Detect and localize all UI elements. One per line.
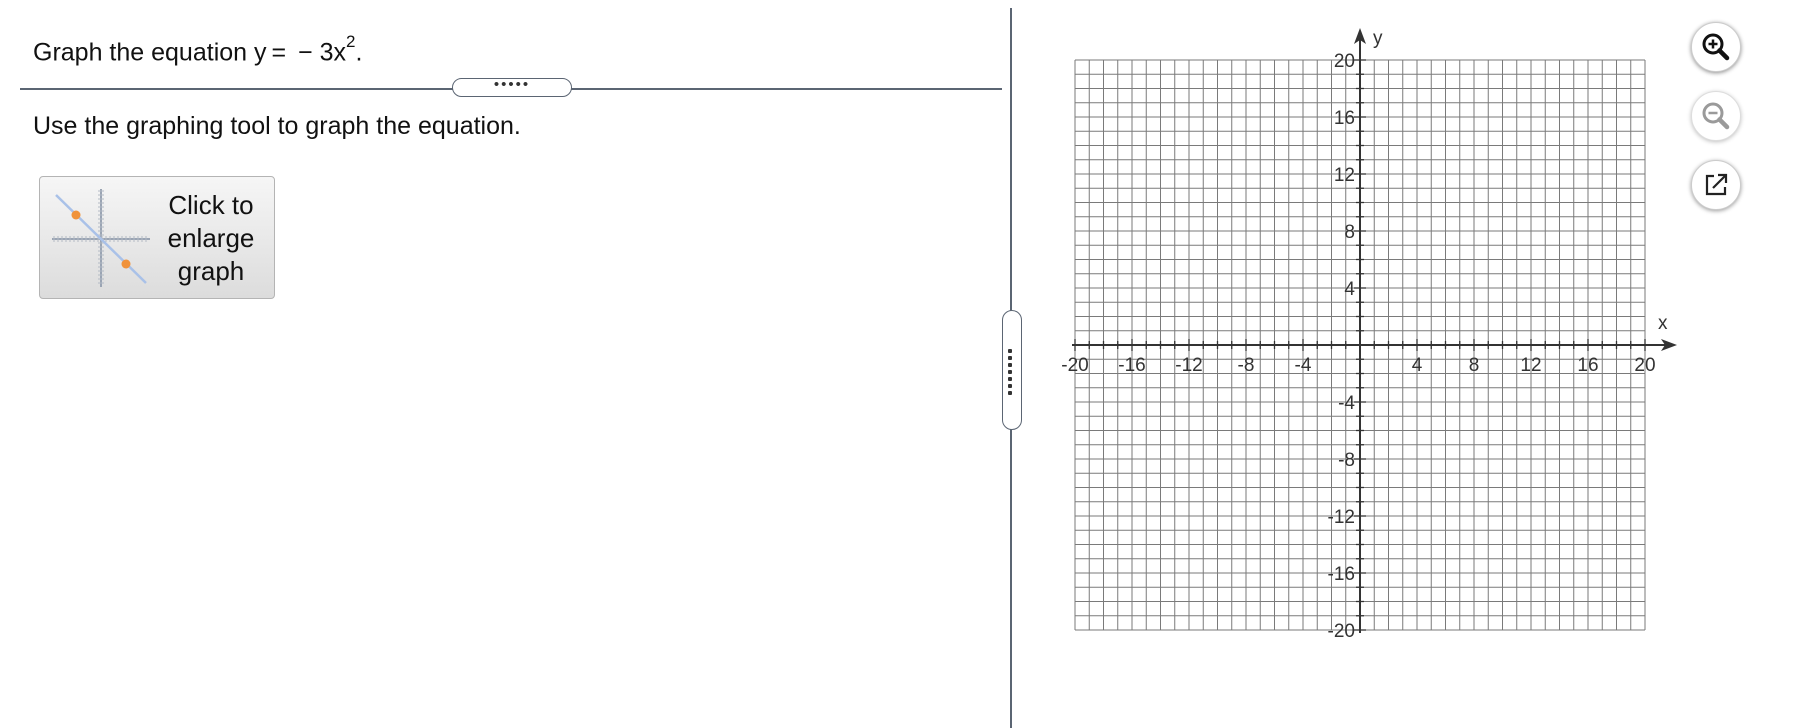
instruction-text: Use the graphing tool to graph the equat…	[33, 112, 521, 140]
zoom-out-button[interactable]	[1691, 91, 1741, 141]
grip-dot	[1008, 377, 1012, 381]
y-tick-label: 12	[1334, 165, 1355, 186]
external-link-icon	[1705, 173, 1728, 196]
graphing-area[interactable]: -20 -16 -12 -8 -4 4 8 12 16 20 20 16 12 8 4 -4 -8 -12 -16 -…	[1055, 18, 1695, 648]
x-tick-label: -4	[1295, 355, 1312, 376]
x-tick-label: 16	[1577, 355, 1598, 376]
x-tick-label: 12	[1520, 355, 1541, 376]
enlarge-label-line2: enlarge	[167, 223, 255, 253]
zoom-in-button[interactable]	[1691, 22, 1741, 72]
grip-dot	[1008, 356, 1012, 360]
x-tick-label: 4	[1412, 355, 1423, 376]
x-tick-label: -16	[1118, 355, 1145, 376]
x-tick-label: -8	[1238, 355, 1255, 376]
y-tick-label: -20	[1328, 621, 1355, 642]
question-prefix: Graph the equation y = − 3x	[33, 38, 347, 67]
y-tick-label: -16	[1328, 564, 1355, 585]
x-tick-label: -20	[1061, 355, 1088, 376]
enlarge-graph-button[interactable]: Click to enlarge graph	[39, 176, 275, 299]
y-tick-label: 20	[1334, 51, 1355, 72]
enlarge-label-line3: graph	[177, 256, 245, 286]
tick-labels: -20 -16 -12 -8 -4 4 8 12 16 20 20 16 12 8 4 -4 -8 -12 -16 -…	[1061, 51, 1655, 642]
y-axis-label: y	[1373, 28, 1383, 49]
divider-resize-handle[interactable]: •••••	[452, 76, 572, 97]
grip-dot	[1008, 349, 1012, 353]
zoom-out-icon	[1702, 102, 1730, 130]
enlarge-label-line1: Click to	[168, 190, 254, 220]
zoom-in-icon	[1702, 33, 1730, 61]
x-tick-label: 20	[1634, 355, 1655, 376]
pane-resize-handle[interactable]	[1002, 310, 1022, 430]
question-suffix: .	[355, 38, 363, 67]
x-axis-label: x	[1658, 313, 1668, 334]
question-exponent: 2	[346, 32, 356, 51]
popout-button[interactable]	[1691, 160, 1741, 210]
y-tick-label: -8	[1338, 450, 1355, 471]
x-tick-label: 8	[1469, 355, 1480, 376]
grip-dot	[1008, 370, 1012, 374]
y-tick-label: 16	[1334, 108, 1355, 129]
y-tick-label: 8	[1344, 222, 1355, 243]
grip-dot	[1008, 363, 1012, 367]
x-tick-label: -12	[1175, 355, 1202, 376]
grip-dot	[1008, 384, 1012, 388]
y-tick-label: 4	[1344, 279, 1355, 300]
question-text: Graph the equation y = − 3x2.	[33, 30, 362, 68]
grip-dot	[1008, 391, 1012, 395]
graph-thumbnail-icon	[52, 189, 150, 287]
y-tick-label: -12	[1328, 507, 1355, 528]
enlarge-graph-label: Click to enlarge graph	[154, 189, 268, 288]
grip-dots: •••••	[493, 76, 531, 93]
y-tick-label: -4	[1338, 393, 1355, 414]
question-pane: Graph the equation y = − 3x2. ••••• Use …	[0, 0, 1010, 728]
